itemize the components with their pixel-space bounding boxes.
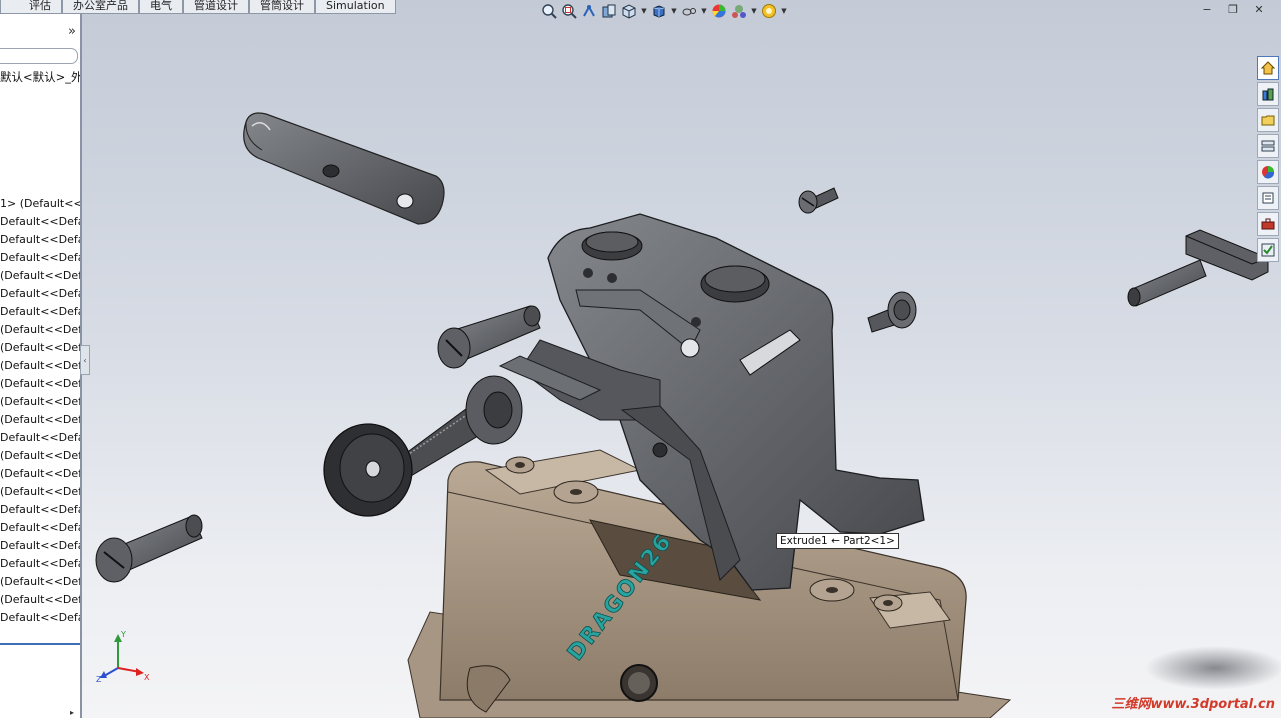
link-bar-part[interactable] — [243, 112, 445, 225]
zoom-area-icon[interactable] — [560, 2, 578, 20]
zoom-to-fit-icon[interactable] — [540, 2, 558, 20]
tree-item[interactable]: (Default<<Defa — [0, 483, 80, 501]
close-icon[interactable]: ✕ — [1249, 2, 1269, 16]
chevron-down-icon[interactable]: ▼ — [750, 2, 758, 20]
tree-item[interactable]: (Default<<Defa — [0, 321, 80, 339]
site-watermark: 三维网www.3dportal.cn — [1111, 697, 1275, 712]
tree-item[interactable]: Default<<Defau — [0, 501, 80, 519]
hide-show-items-icon[interactable] — [680, 2, 698, 20]
tree-item[interactable]: 1> (Default<<De — [0, 195, 80, 213]
tree-item[interactable]: Default<<Defau — [0, 609, 80, 627]
edit-appearance-icon[interactable] — [710, 2, 728, 20]
graphics-viewport[interactable]: DRAGON26 — [82, 14, 1281, 718]
tree-item[interactable]: (Default<<Defa — [0, 267, 80, 285]
scroll-right-arrow[interactable]: ▸ — [70, 708, 80, 718]
file-explorer-icon[interactable] — [1257, 108, 1279, 132]
task-pane-tabs — [1257, 56, 1279, 262]
tab-tubing[interactable]: 管筒设计 — [249, 0, 315, 14]
minimize-icon[interactable]: − — [1197, 2, 1217, 16]
tree-item[interactable]: Default<<Defau — [0, 303, 80, 321]
collapse-panel-button[interactable]: » — [68, 24, 76, 39]
small-screw-top-part[interactable] — [798, 187, 839, 214]
tree-item[interactable]: (Default<<Defa — [0, 339, 80, 357]
chevron-down-icon[interactable]: ▼ — [780, 2, 788, 20]
tree-item[interactable]: Default<<Defau — [0, 249, 80, 267]
tree-item[interactable]: (Default<<Defa — [0, 573, 80, 591]
tree-item[interactable]: (Default<<Defa — [0, 375, 80, 393]
apply-scene-icon[interactable] — [730, 2, 748, 20]
feature-tree: 1> (Default<<De Default<<Defau Default<<… — [0, 195, 80, 627]
triad-y-label: Y — [120, 630, 126, 639]
tab-simulation[interactable]: Simulation — [315, 0, 396, 14]
tab-evaluate[interactable]: 评估 — [0, 0, 62, 14]
chevron-down-icon[interactable]: ▼ — [670, 2, 678, 20]
toolbox-icon[interactable] — [1257, 212, 1279, 236]
triad-x-label: X — [144, 673, 150, 682]
tree-item[interactable]: Default<<Defau — [0, 231, 80, 249]
tree-item[interactable]: Default<<Defau — [0, 519, 80, 537]
tree-item[interactable]: (Default<<Defa — [0, 357, 80, 375]
tree-item[interactable]: Default<<Defau — [0, 285, 80, 303]
tree-header: 默认<默认>_外观 显 — [0, 70, 82, 84]
tree-item[interactable]: (Default<<Defa — [0, 411, 80, 429]
chevron-down-icon[interactable]: ▼ — [640, 2, 648, 20]
chevron-down-icon[interactable]: ▼ — [700, 2, 708, 20]
view-orientation-icon[interactable] — [620, 2, 638, 20]
window-controls: − ❐ ✕ — [1197, 2, 1269, 16]
design-checker-icon[interactable] — [1257, 238, 1279, 262]
t-bolt-part[interactable] — [1127, 229, 1269, 307]
selection-tooltip: Extrude1 ← Part2<1> — [776, 533, 899, 549]
feature-manager-panel: » 默认<默认>_外观 显 1> (Default<<De Default<<D… — [0, 14, 82, 718]
panel-splitter-handle[interactable]: ‹ — [80, 345, 90, 375]
view-settings-icon[interactable] — [760, 2, 778, 20]
triad-z-label: Z — [96, 675, 102, 684]
appearances-icon[interactable] — [1257, 160, 1279, 184]
shoulder-screw-lower-part[interactable] — [95, 514, 203, 583]
tree-item[interactable]: (Default<<Defa — [0, 393, 80, 411]
tree-filter-input[interactable] — [0, 48, 78, 64]
view-palette-icon[interactable] — [1257, 134, 1279, 158]
reference-triad: Y X Z — [96, 630, 150, 684]
section-view-icon[interactable] — [600, 2, 618, 20]
previous-view-icon[interactable] — [580, 2, 598, 20]
tab-electrical[interactable]: 电气 — [139, 0, 183, 14]
tab-piping[interactable]: 管道设计 — [183, 0, 249, 14]
tree-item[interactable]: Default<<Defau — [0, 429, 80, 447]
custom-properties-icon[interactable] — [1257, 186, 1279, 210]
tree-item[interactable]: Default<<Defau — [0, 537, 80, 555]
home-icon[interactable] — [1257, 56, 1279, 80]
tree-item[interactable]: Default<<Defau — [0, 213, 80, 231]
command-manager-tabs: 评估 办公室产品 电气 管道设计 管筒设计 Simulation — [0, 0, 396, 14]
tree-item[interactable]: (Default<<Defa — [0, 447, 80, 465]
design-library-icon[interactable] — [1257, 82, 1279, 106]
heads-up-view-toolbar: ▼ ▼ ▼ ▼ ▼ — [540, 1, 788, 21]
small-screw-right-part[interactable] — [867, 291, 917, 333]
tree-item[interactable]: (Default<<Defa — [0, 591, 80, 609]
floor-shadow — [1145, 646, 1281, 690]
display-style-icon[interactable] — [650, 2, 668, 20]
restore-icon[interactable]: ❐ — [1223, 2, 1243, 16]
tab-office-products[interactable]: 办公室产品 — [62, 0, 139, 14]
panel-divider[interactable] — [0, 643, 80, 645]
tree-item[interactable]: (Default<<Defa — [0, 465, 80, 483]
tree-item[interactable]: Default<<Defau — [0, 555, 80, 573]
